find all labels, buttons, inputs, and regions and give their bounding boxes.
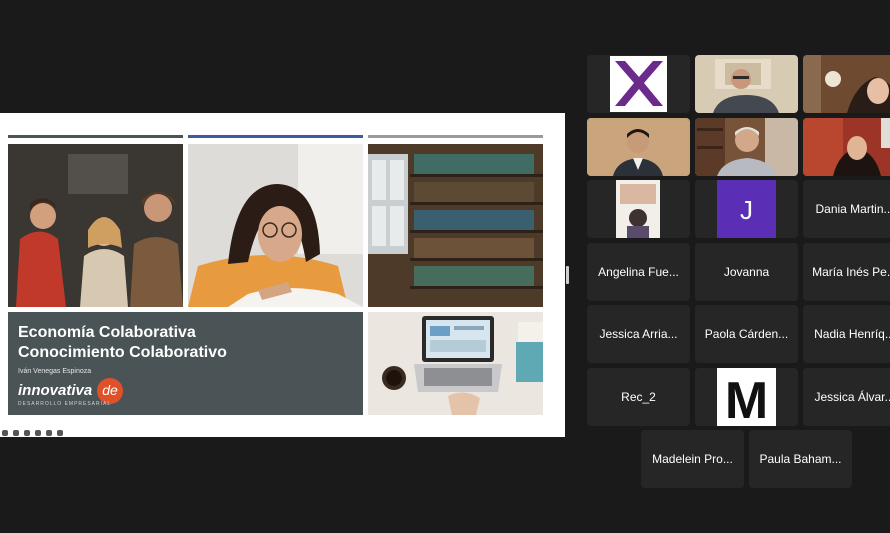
- video-feed-man-bookshelf: [695, 118, 798, 176]
- laptop-desk-photo: [368, 312, 543, 415]
- participant-tile-x[interactable]: [587, 55, 690, 113]
- participant-name: Dania Martin...: [815, 202, 890, 216]
- participant-name: Jessica Arria...: [599, 327, 678, 341]
- participant-tile-name[interactable]: Dania Martin...: [803, 180, 890, 238]
- participant-tile-video-3[interactable]: [695, 118, 798, 176]
- video-feed-woman: [803, 55, 890, 113]
- letter-m-logo-avatar-icon: M: [695, 368, 798, 426]
- slide-title-panel: Economía Colaborativa Conocimiento Colab…: [8, 312, 363, 415]
- slide-bar-blue: [188, 135, 363, 138]
- slide-bar-light: [368, 135, 543, 138]
- pen-icon[interactable]: [2, 429, 8, 436]
- logo-word: innovativa: [18, 382, 93, 399]
- participant-tile-name[interactable]: Nadia Henríq...: [803, 305, 890, 363]
- participant-tile-name[interactable]: Paula Baham...: [749, 430, 852, 488]
- participant-tile-name[interactable]: Jessica Arria...: [587, 305, 690, 363]
- x-logo-avatar-icon: [587, 55, 690, 113]
- video-feed-man-glasses: [695, 55, 798, 113]
- photo-avatar-icon: [587, 180, 690, 238]
- camera-off-icon[interactable]: [35, 429, 41, 436]
- participant-name: Paula Baham...: [759, 452, 842, 466]
- participant-tile-j[interactable]: J: [695, 180, 798, 238]
- participant-tile-name[interactable]: María Inés Pe...: [803, 243, 890, 301]
- participant-name: Angelina Fue...: [598, 265, 679, 279]
- svg-text:J: J: [740, 195, 753, 225]
- video-feed-man-speaking: [587, 118, 690, 176]
- participant-name: Paola Cárden...: [704, 327, 789, 341]
- shared-screen: Economía Colaborativa Conocimiento Colab…: [0, 113, 565, 437]
- slide-title-line2: Conocimiento Colaborativo: [18, 344, 227, 361]
- participant-name: Jovanna: [723, 265, 770, 279]
- annotation-toolbar[interactable]: [0, 428, 63, 437]
- participant-tile-name[interactable]: Jessica Álvar...: [803, 368, 890, 426]
- logo-tagline: DESARROLLO EMPRESARIAL: [18, 401, 112, 407]
- participant-tile-video-1[interactable]: [695, 55, 798, 113]
- people-talking-photo: [8, 144, 183, 307]
- participant-tile-name[interactable]: Paola Cárden...: [695, 305, 798, 363]
- video-feed-woman-red: [803, 118, 890, 176]
- participant-tile-video-active[interactable]: [587, 118, 690, 176]
- slide-bar-gray: [8, 135, 183, 138]
- participant-tile-photo[interactable]: [587, 180, 690, 238]
- settings-icon[interactable]: [46, 429, 52, 436]
- participant-tile-video-4[interactable]: [803, 118, 890, 176]
- participant-tile-name[interactable]: Angelina Fue...: [587, 243, 690, 301]
- slide-author: Iván Venegas Espinoza: [18, 368, 92, 375]
- slide-title-line1: Economía Colaborativa: [18, 324, 196, 341]
- library-shelves-photo: [368, 144, 543, 307]
- zoom-icon[interactable]: [13, 429, 19, 436]
- letter-j-avatar-icon: J: [695, 180, 798, 238]
- student-reading-photo: [188, 144, 363, 307]
- screen-icon[interactable]: [24, 429, 30, 436]
- svg-text:M: M: [725, 372, 768, 426]
- participant-tile-m[interactable]: M: [695, 368, 798, 426]
- participant-tile-name[interactable]: Madelein Pro...: [641, 430, 744, 488]
- participant-name: María Inés Pe...: [812, 265, 890, 279]
- participant-name: Rec_2: [621, 390, 656, 404]
- more-icon[interactable]: [57, 429, 63, 436]
- participant-tile-name[interactable]: Jovanna: [695, 243, 798, 301]
- participant-tile-video-2[interactable]: [803, 55, 890, 113]
- participant-name: Jessica Álvar...: [814, 390, 890, 404]
- participant-tile-name[interactable]: Rec_2: [587, 368, 690, 426]
- participant-name: Madelein Pro...: [652, 452, 733, 466]
- resize-handle[interactable]: [566, 266, 569, 284]
- participant-name: Nadia Henríq...: [814, 327, 890, 341]
